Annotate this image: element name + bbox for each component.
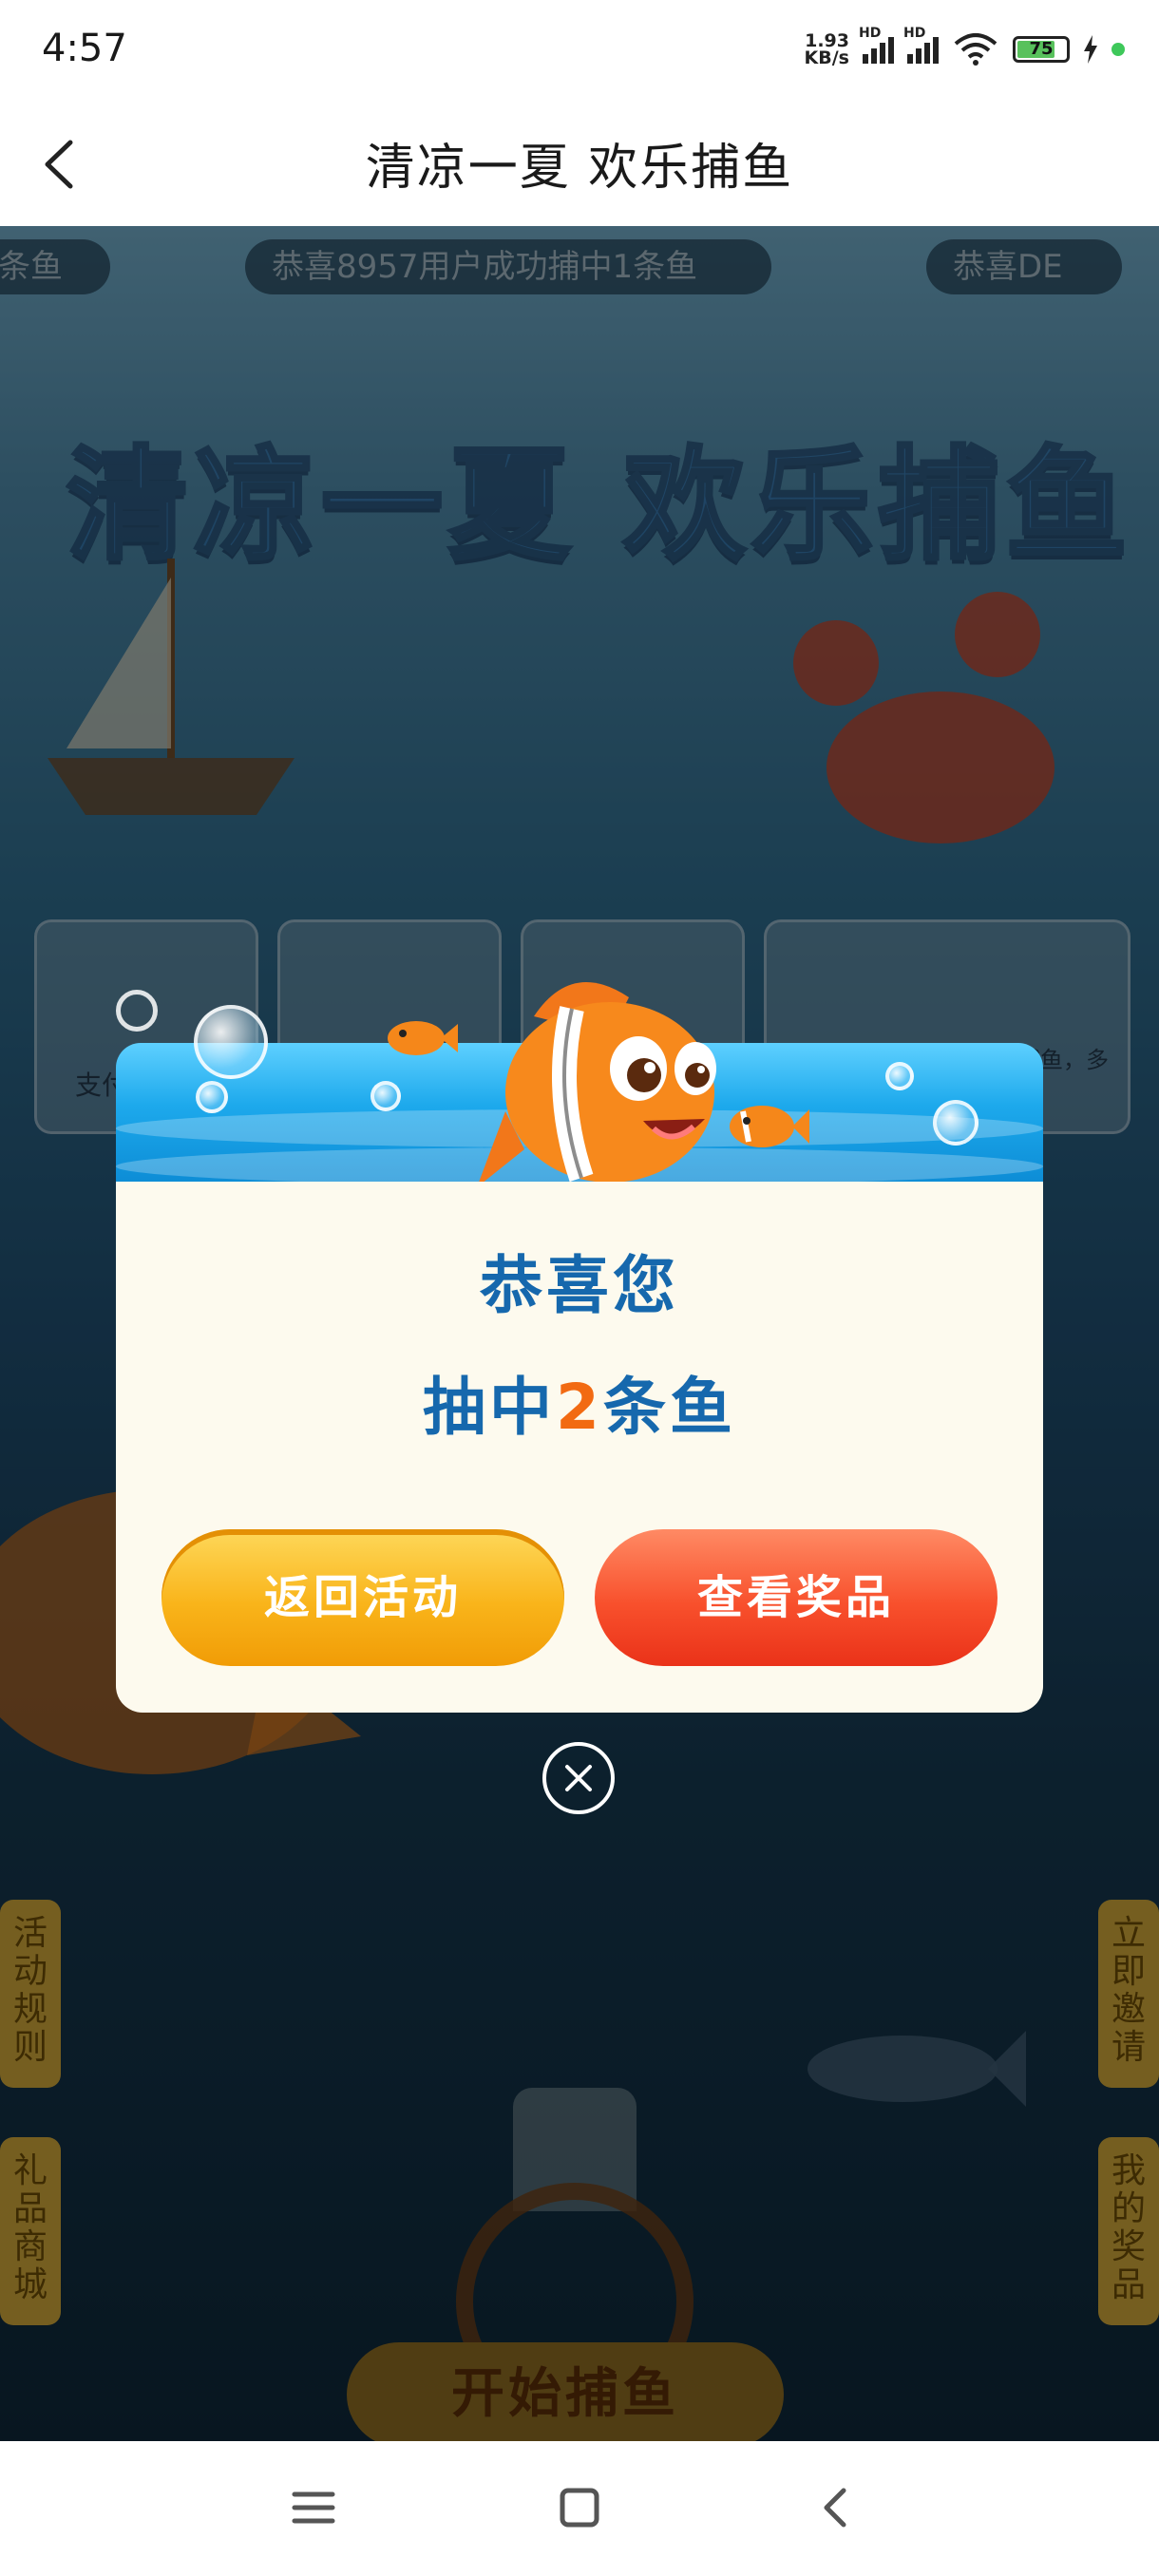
bubble-icon <box>194 1005 268 1079</box>
bubble-icon <box>370 1081 401 1111</box>
charging-icon <box>1084 35 1097 64</box>
bubble-icon <box>116 990 158 1032</box>
close-icon <box>565 1765 592 1791</box>
menu-icon[interactable] <box>285 2479 342 2536</box>
back-triangle-icon[interactable] <box>808 2479 864 2536</box>
signal-icon: HD <box>859 26 894 64</box>
bubble-icon <box>196 1081 228 1113</box>
app-header: 清凉一夏 欢乐捕鱼 <box>0 103 1159 226</box>
prize-result: 抽中2条鱼 <box>423 1371 736 1444</box>
page-title: 清凉一夏 欢乐捕鱼 <box>365 140 794 197</box>
close-circle-icon[interactable] <box>542 1742 615 1814</box>
bubble-icon <box>933 1100 978 1146</box>
modal-title: 恭喜您 <box>480 1249 679 1322</box>
back-to-activity-button[interactable]: 返回活动 <box>162 1529 564 1666</box>
status-bar: 4:57 1.93 KB/s HD HD 75 <box>0 0 1159 103</box>
wifi-icon <box>954 33 998 66</box>
indicator-dot <box>1112 43 1125 56</box>
small-fish-icon <box>388 1021 458 1055</box>
bubble-icon <box>885 1062 914 1090</box>
small-fish-icon <box>730 1106 809 1147</box>
home-square-icon[interactable] <box>551 2479 608 2536</box>
network-speed: 1.93 KB/s <box>804 30 849 68</box>
signal-icon-2: HD <box>903 26 939 64</box>
prize-count: 2 <box>556 1371 603 1444</box>
clownfish-mascot-icon <box>477 982 716 1187</box>
view-prize-button[interactable]: 查看奖品 <box>595 1529 998 1666</box>
system-nav-bar <box>0 2441 1159 2576</box>
battery-icon: 75 <box>1013 36 1070 63</box>
status-icons: 1.93 KB/s HD HD 75 <box>804 26 1125 70</box>
prize-modal: 恭喜您 抽中2条鱼 返回活动 查看奖品 <box>116 982 1043 1713</box>
status-time: 4:57 <box>42 27 127 70</box>
